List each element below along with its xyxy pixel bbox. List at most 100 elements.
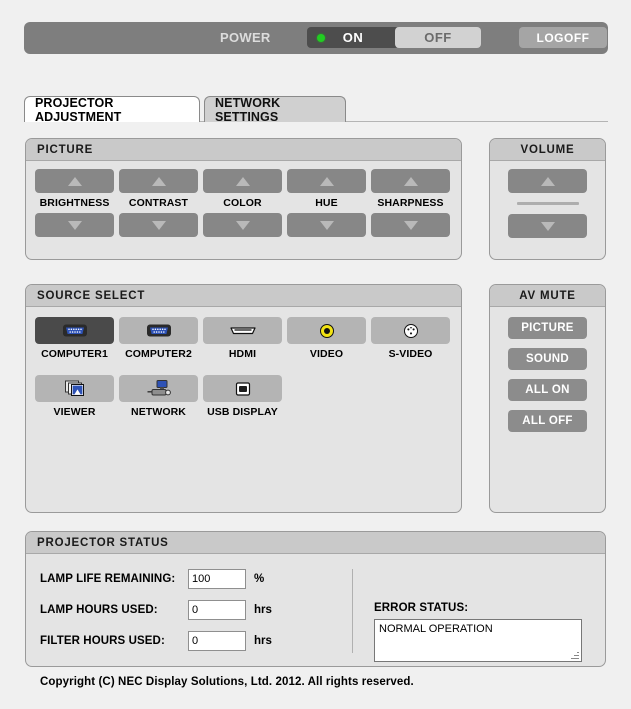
source-cell-usb-display: USB DISPLAY (203, 375, 282, 428)
source-select-panel-title: SOURCE SELECT (37, 289, 146, 302)
photo-stack-icon (64, 380, 84, 396)
copyright-text: Copyright (C) NEC Display Solutions, Ltd… (40, 676, 414, 688)
color-label: COLOR (223, 197, 262, 209)
triangle-down-icon (67, 220, 82, 230)
tab-network-settings[interactable]: NETWORK SETTINGS (204, 95, 346, 124)
lamp-life-remaining-label: LAMP LIFE REMAINING: (40, 573, 176, 585)
source-cell-computer1: COMPUTER1 (35, 317, 114, 370)
source-label-viewer: VIEWER (53, 406, 96, 418)
resize-handle-icon[interactable] (570, 651, 579, 660)
status-vertical-divider (352, 569, 353, 653)
color-down-button[interactable] (203, 213, 282, 237)
hue-down-button[interactable] (287, 213, 366, 237)
source-button-viewer[interactable] (35, 375, 114, 402)
av-mute-all-on-label: ALL ON (525, 384, 570, 396)
triangle-up-icon (235, 176, 250, 186)
triangle-down-icon (403, 220, 418, 230)
triangle-down-icon (235, 220, 250, 230)
brightness-down-button[interactable] (35, 213, 114, 237)
power-on-button[interactable]: ON (307, 27, 399, 48)
source-label-hdmi: HDMI (228, 348, 257, 360)
volume-up-button[interactable] (508, 169, 587, 193)
projector-status-body: LAMP LIFE REMAINING: % LAMP HOURS USED: … (26, 555, 605, 667)
tab-network-settings-label: NETWORK SETTINGS (215, 95, 281, 124)
usb-connector-icon (235, 381, 250, 396)
filter-hours-used-input[interactable] (188, 631, 246, 651)
picture-control-sharpness: SHARPNESS (371, 169, 450, 237)
tab-projector-adjustment[interactable]: PROJECTOR ADJUSTMENT (24, 95, 200, 124)
av-mute-picture-button[interactable]: PICTURE (508, 317, 587, 339)
triangle-down-icon (540, 221, 555, 231)
error-status-label: ERROR STATUS: (374, 602, 469, 614)
source-label-computer2: COMPUTER2 (125, 348, 192, 360)
triangle-up-icon (67, 176, 82, 186)
av-mute-panel-title: AV MUTE (519, 289, 576, 302)
filter-hours-used-label: FILTER HOURS USED: (40, 635, 165, 647)
hdmi-connector-icon (229, 327, 256, 335)
error-status-value: NORMAL OPERATION (379, 623, 493, 635)
source-label-network: NETWORK (131, 406, 186, 418)
source-button-video[interactable] (287, 317, 366, 344)
tab-projector-adjustment-label: PROJECTOR ADJUSTMENT (35, 95, 122, 124)
sharpness-down-button[interactable] (371, 213, 450, 237)
status-row-lamp-life: LAMP LIFE REMAINING: % (40, 569, 264, 589)
source-cell-hdmi: HDMI (203, 317, 282, 370)
source-button-computer2[interactable] (119, 317, 198, 344)
source-button-network[interactable] (119, 375, 198, 402)
source-button-usb-display[interactable] (203, 375, 282, 402)
error-status-textarea[interactable]: NORMAL OPERATION (374, 619, 582, 662)
picture-control-color: COLOR (203, 169, 282, 237)
projector-status-panel-header: PROJECTOR STATUS (26, 532, 605, 554)
brightness-up-button[interactable] (35, 169, 114, 193)
source-button-computer1[interactable] (35, 317, 114, 344)
logoff-button[interactable]: LOGOFF (519, 27, 607, 48)
picture-control-contrast: CONTRAST (119, 169, 198, 237)
source-label-video: VIDEO (309, 348, 344, 360)
power-off-label: OFF (424, 30, 452, 45)
power-label: POWER (220, 30, 271, 45)
av-mute-sound-button[interactable]: SOUND (508, 348, 587, 370)
vga-connector-icon (62, 324, 87, 337)
source-cell-svideo: S-VIDEO (371, 317, 450, 370)
volume-panel-title: VOLUME (520, 143, 575, 156)
lamp-life-remaining-input[interactable] (188, 569, 246, 589)
vga-connector-icon (146, 324, 171, 337)
triangle-down-icon (319, 220, 334, 230)
contrast-down-button[interactable] (119, 213, 198, 237)
volume-down-button[interactable] (508, 214, 587, 238)
color-up-button[interactable] (203, 169, 282, 193)
sharpness-up-button[interactable] (371, 169, 450, 193)
source-label-svideo: S-VIDEO (388, 348, 433, 360)
power-off-button[interactable]: OFF (395, 27, 481, 48)
picture-control-hue: HUE (287, 169, 366, 237)
logoff-label: LOGOFF (536, 30, 590, 45)
contrast-up-button[interactable] (119, 169, 198, 193)
triangle-up-icon (319, 176, 334, 186)
av-mute-buttons: PICTURE SOUND ALL ON ALL OFF (490, 317, 605, 432)
source-label-computer1: COMPUTER1 (41, 348, 108, 360)
source-button-hdmi[interactable] (203, 317, 282, 344)
projector-status-panel: PROJECTOR STATUS LAMP LIFE REMAINING: % … (25, 531, 606, 667)
filter-hours-used-unit: hrs (254, 635, 272, 647)
power-led-icon (317, 34, 325, 42)
lamp-hours-used-input[interactable] (188, 600, 246, 620)
source-cell-network: NETWORK (119, 375, 198, 428)
volume-divider (516, 202, 579, 205)
source-button-svideo[interactable] (371, 317, 450, 344)
av-mute-all-on-button[interactable]: ALL ON (508, 379, 587, 401)
hue-label: HUE (315, 197, 338, 209)
volume-panel: VOLUME (489, 138, 606, 260)
triangle-up-icon (403, 176, 418, 186)
picture-panel: PICTURE BRIGHTNESS CONTRAST COLOR HUE SH… (25, 138, 462, 260)
source-buttons-grid: COMPUTER1 COMPUTER2 HDMI VIDEO S-VIDEO V… (35, 317, 455, 428)
av-mute-all-off-button[interactable]: ALL OFF (508, 410, 587, 432)
av-mute-picture-label: PICTURE (521, 322, 574, 334)
picture-control-brightness: BRIGHTNESS (35, 169, 114, 237)
source-select-panel: SOURCE SELECT COMPUTER1 COMPUTER2 HDMI V… (25, 284, 462, 513)
hue-up-button[interactable] (287, 169, 366, 193)
lamp-hours-used-label: LAMP HOURS USED: (40, 604, 158, 616)
projector-status-panel-title: PROJECTOR STATUS (37, 536, 169, 549)
av-mute-sound-label: SOUND (525, 353, 570, 365)
av-mute-panel-header: AV MUTE (490, 285, 605, 307)
picture-controls-grid: BRIGHTNESS CONTRAST COLOR HUE SHARPNESS (35, 169, 450, 237)
